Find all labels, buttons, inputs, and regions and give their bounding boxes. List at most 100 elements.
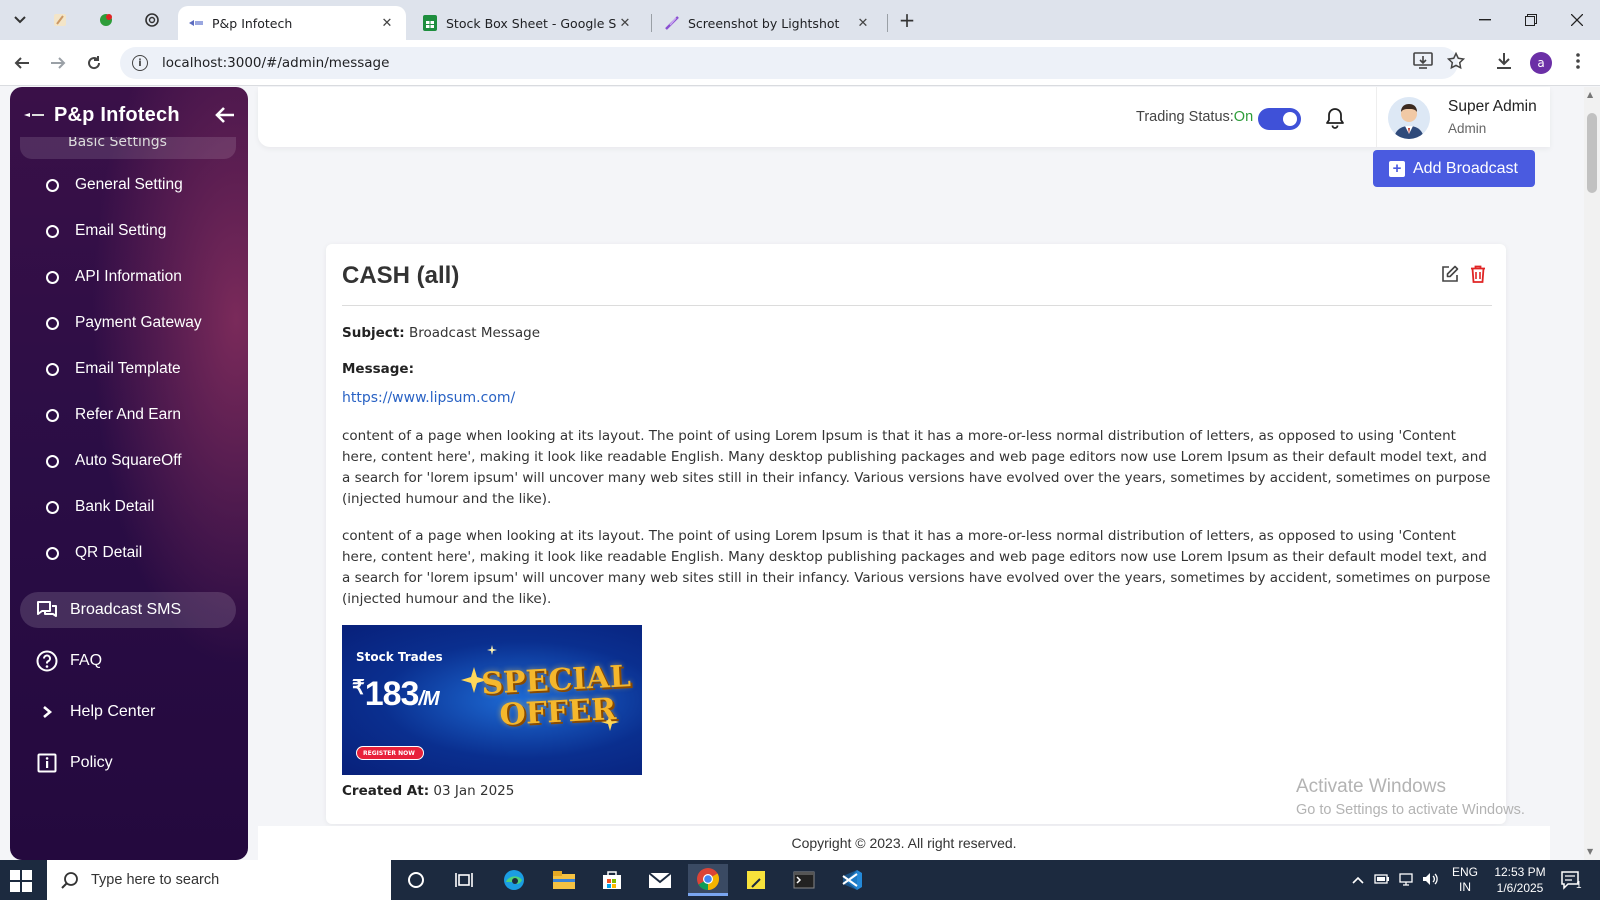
sidebar-item-bank-detail[interactable]: Bank Detail <box>10 487 248 527</box>
volume-icon[interactable] <box>1422 872 1440 889</box>
network-icon[interactable] <box>1398 872 1414 889</box>
lightshot-feather-icon <box>664 15 680 31</box>
question-icon <box>36 650 58 672</box>
sidebar-item-label: FAQ <box>70 652 103 669</box>
battery-icon[interactable] <box>1374 873 1390 888</box>
subject-field: Subject: Broadcast Message <box>342 325 540 341</box>
restore-icon[interactable] <box>1508 4 1554 36</box>
windows-start-icon[interactable] <box>10 870 32 892</box>
basic-settings-group[interactable]: Basic Settings <box>20 137 236 159</box>
broadcast-card: CASH (all) Subject: Broadcast Message Me… <box>326 244 1506 824</box>
message-link[interactable]: https://www.lipsum.com/ <box>342 390 515 406</box>
close-tab-icon[interactable]: ✕ <box>616 16 634 31</box>
avatar[interactable] <box>1388 97 1430 139</box>
pinned-tab-app1-icon[interactable] <box>48 8 72 32</box>
delete-icon[interactable] <box>1468 264 1488 284</box>
sidebar-item-label: Broadcast SMS <box>70 601 182 618</box>
terminal-icon[interactable] <box>784 864 824 896</box>
install-app-icon[interactable] <box>1411 49 1435 73</box>
promo-offer: SPECIAL OFFER <box>480 659 632 734</box>
tab-search-icon[interactable] <box>8 8 32 32</box>
circle-icon <box>46 224 59 238</box>
sidebar-item-help-center[interactable]: Help Center <box>20 694 236 730</box>
minimize-icon[interactable] <box>1462 4 1508 36</box>
sidebar-item-label: Email Setting <box>75 222 167 239</box>
activate-windows-title: Activate Windows <box>1296 776 1446 797</box>
sidebar-item-label: Bank Detail <box>75 498 155 515</box>
sidebar-item-qr-detail[interactable]: QR Detail <box>10 533 248 573</box>
sidebar-item-email-setting[interactable]: Email Setting <box>10 211 248 251</box>
trading-status-toggle[interactable] <box>1258 108 1301 130</box>
edit-icon[interactable] <box>1440 264 1460 284</box>
sidebar-item-label: Auto SquareOff <box>75 452 182 469</box>
subject-value: Broadcast Message <box>408 325 541 341</box>
tab-stock-box-sheet[interactable]: Stock Box Sheet - Google Sheets ✕ <box>412 6 644 40</box>
circle-icon <box>46 270 59 284</box>
bookmark-star-icon[interactable] <box>1444 49 1468 73</box>
sticky-notes-icon[interactable] <box>736 864 776 896</box>
group-label: Basic Settings <box>68 137 167 150</box>
promo-heading: Stock Trades <box>356 650 443 664</box>
chat-icon <box>36 599 58 621</box>
chevron-up-icon[interactable] <box>1352 873 1364 887</box>
windows-taskbar: Type here to search ENG IN 12:53 PM 1/6/… <box>0 860 1600 900</box>
scrollbar-thumb[interactable] <box>1587 113 1597 193</box>
new-tab-icon[interactable]: + <box>895 8 919 32</box>
notification-count: 1 <box>1576 879 1582 891</box>
browser-tab-strip: P&p Infotech ✕ Stock Box Sheet - Google … <box>0 0 1600 40</box>
brand: P&p Infotech <box>10 87 248 143</box>
sidebar-item-email-template[interactable]: Email Template <box>10 349 248 389</box>
bell-icon[interactable] <box>1324 107 1346 129</box>
trading-status-value: On <box>1233 109 1254 125</box>
sidebar-item-refer-and-earn[interactable]: Refer And Earn <box>10 395 248 435</box>
tab-lightshot[interactable]: Screenshot by Lightshot ✕ <box>654 6 882 40</box>
close-tab-icon[interactable]: ✕ <box>854 16 872 31</box>
page-scrollbar[interactable]: ▲ ▼ <box>1584 87 1600 860</box>
profile-avatar[interactable]: a <box>1530 52 1552 74</box>
back-arrow-icon[interactable] <box>8 49 36 77</box>
sidebar-item-label: API Information <box>75 268 182 285</box>
add-broadcast-button[interactable]: + Add Broadcast <box>1373 150 1535 187</box>
circle-icon <box>46 316 59 330</box>
sidebar-item-faq[interactable]: FAQ <box>20 643 236 679</box>
sidebar-item-policy[interactable]: Policy <box>20 745 236 781</box>
url-text: localhost:3000/#/admin/message <box>162 55 390 71</box>
sidebar-item-broadcast-sms[interactable]: Broadcast SMS <box>20 592 236 628</box>
clock[interactable]: 12:53 PM 1/6/2025 <box>1490 860 1550 900</box>
close-window-icon[interactable] <box>1554 4 1600 36</box>
microsoft-store-icon[interactable] <box>592 864 632 896</box>
sidebar-item-api-information[interactable]: API Information <box>10 257 248 297</box>
promo-price: ₹183/M <box>352 675 440 713</box>
address-bar[interactable]: i localhost:3000/#/admin/message <box>120 47 1458 79</box>
message-field: Message: <box>342 361 414 377</box>
task-view-icon[interactable] <box>444 864 484 896</box>
taskbar-search[interactable]: Type here to search <box>47 860 391 900</box>
sidebar-item-auto-squareoff[interactable]: Auto SquareOff <box>10 441 248 481</box>
sidebar-item-payment-gateway[interactable]: Payment Gateway <box>10 303 248 343</box>
tab-title: Stock Box Sheet - Google Sheets <box>446 15 616 31</box>
notification-center-icon[interactable]: 1 <box>1560 860 1582 900</box>
site-info-icon[interactable]: i <box>132 55 148 71</box>
sidebar-item-label: Refer And Earn <box>75 406 181 423</box>
system-tray-icons[interactable] <box>1352 860 1440 900</box>
kebab-menu-icon[interactable] <box>1566 49 1590 73</box>
tab-title: Screenshot by Lightshot <box>688 15 840 31</box>
pinned-tab-app2-icon[interactable] <box>94 8 118 32</box>
sidebar-item-general-setting[interactable]: General Setting <box>10 165 248 205</box>
collapse-sidebar-arrow-icon[interactable] <box>214 104 236 126</box>
language-indicator[interactable]: ENG IN <box>1452 860 1478 900</box>
mail-icon[interactable] <box>640 864 680 896</box>
vscode-icon[interactable] <box>832 864 872 896</box>
pinned-tab-chatgpt-icon[interactable] <box>140 8 164 32</box>
cortana-icon[interactable] <box>396 864 436 896</box>
tab-pp-infotech[interactable]: P&p Infotech ✕ <box>178 6 406 40</box>
downloads-icon[interactable] <box>1492 49 1516 73</box>
close-tab-icon[interactable]: ✕ <box>378 16 396 31</box>
chrome-icon[interactable] <box>688 864 728 896</box>
circle-icon <box>46 500 59 514</box>
file-explorer-icon[interactable] <box>544 864 584 896</box>
reload-icon[interactable] <box>80 49 108 77</box>
edge-browser-icon[interactable] <box>494 864 534 896</box>
forward-arrow-icon[interactable] <box>44 49 72 77</box>
search-icon <box>61 872 78 889</box>
